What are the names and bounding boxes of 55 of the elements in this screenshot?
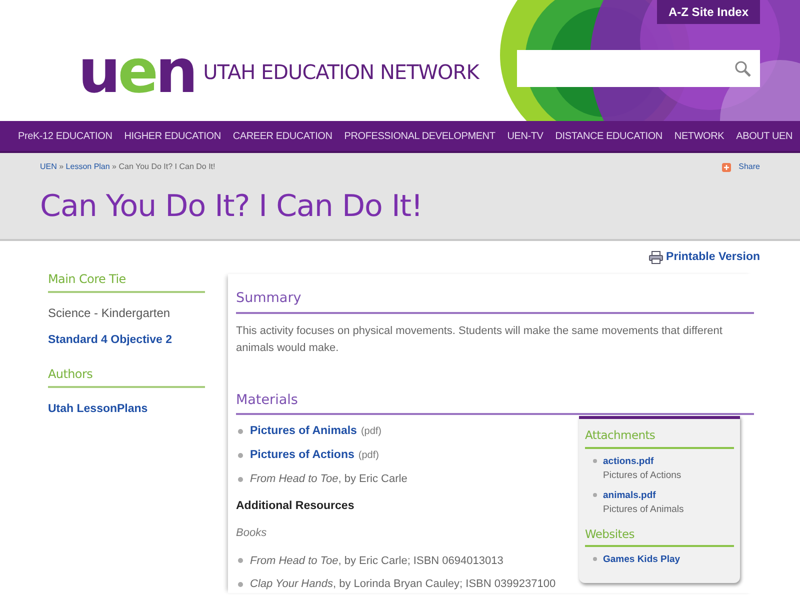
nav-link[interactable]: ABOUT UEN [736, 128, 792, 144]
books-label: Books [236, 526, 267, 541]
material-link[interactable]: Pictures of Animals [250, 422, 357, 440]
site-index-button[interactable]: A-Z Site Index [657, 0, 760, 24]
bullet-icon [238, 428, 243, 434]
file-type-note: (pdf) [360, 424, 382, 439]
panel-heading: Websites [585, 526, 734, 547]
attachment-link[interactable]: animals.pdf [603, 489, 684, 504]
plus-icon[interactable] [722, 162, 731, 172]
bullet-icon [238, 453, 243, 458]
nav-link[interactable]: PROFESSIONAL DEVELOPMENT [344, 128, 496, 144]
search-icon[interactable] [734, 60, 752, 78]
share-link[interactable]: Share [738, 161, 760, 173]
printer-icon[interactable] [649, 251, 664, 264]
attachment-description: Pictures of Animals [603, 503, 684, 518]
material-text: Clap Your Hands, by Lorinda Bryan Cauley; ISBN 0399237100 [250, 577, 556, 592]
nav-link[interactable]: DISTANCE EDUCATION [555, 128, 662, 144]
attachment-description: Pictures of Actions [603, 468, 682, 483]
breadcrumb-link[interactable]: UEN [40, 162, 57, 171]
printable-version-link[interactable]: Printable Version [666, 249, 760, 266]
bullet-icon [593, 493, 597, 497]
material-text: From Head to Toe, by Eric Carle; ISBN 0694013013 [250, 554, 504, 568]
sidebar-heading: Authors [48, 365, 205, 388]
breadcrumb-link[interactable]: Lesson Plan [66, 162, 110, 171]
bullet-icon [593, 458, 597, 462]
nav-link[interactable]: HIGHER EDUCATION [124, 128, 221, 144]
sidebar-link[interactable]: Utah LessonPlans [48, 403, 148, 416]
nav-link[interactable]: UEN-TV [507, 128, 544, 144]
bullet-icon [593, 556, 597, 561]
sidebar-link[interactable]: Standard 4 Objective 2 [48, 334, 172, 346]
sidebar-text: Science - Kindergarten [48, 306, 170, 320]
panel-heading: Attachments [585, 427, 734, 448]
page-title: Can You Do It? I Can Do It! [40, 189, 424, 225]
attachment-link[interactable]: actions.pdf [603, 454, 682, 469]
bullet-icon [238, 582, 243, 587]
bullet-icon [238, 477, 243, 482]
section-heading: Materials [236, 390, 754, 415]
section-heading: Summary [236, 288, 754, 314]
file-type-note: (pdf) [358, 449, 379, 464]
sidebar-heading: Main Core Tie [48, 270, 205, 294]
attachment-link[interactable]: Games Kids Play [603, 552, 680, 567]
nav-link[interactable]: CAREER EDUCATION [232, 128, 332, 144]
nav-link[interactable]: PreK-12 EDUCATION [18, 128, 112, 144]
summary-text: This activity focuses on physical movements. Students will make the same movements that different animals would make. [236, 324, 724, 356]
nav-link[interactable]: NETWORK [674, 128, 724, 144]
uen-logo[interactable]: uen [78, 42, 196, 102]
site-name: UTAH EDUCATION NETWORK [203, 59, 479, 86]
material-link[interactable]: Pictures of Actions [250, 447, 354, 464]
search-field[interactable] [517, 50, 760, 87]
breadcrumb-separator: » [111, 162, 118, 171]
bullet-icon [238, 558, 243, 564]
breadcrumb-current: Can You Do It? I Can Do It! [118, 162, 216, 171]
material-text: From Head to Toe, by Eric Carle [250, 472, 408, 488]
additional-resources-heading: Additional Resources [236, 498, 354, 514]
breadcrumb-separator: » [58, 162, 65, 171]
